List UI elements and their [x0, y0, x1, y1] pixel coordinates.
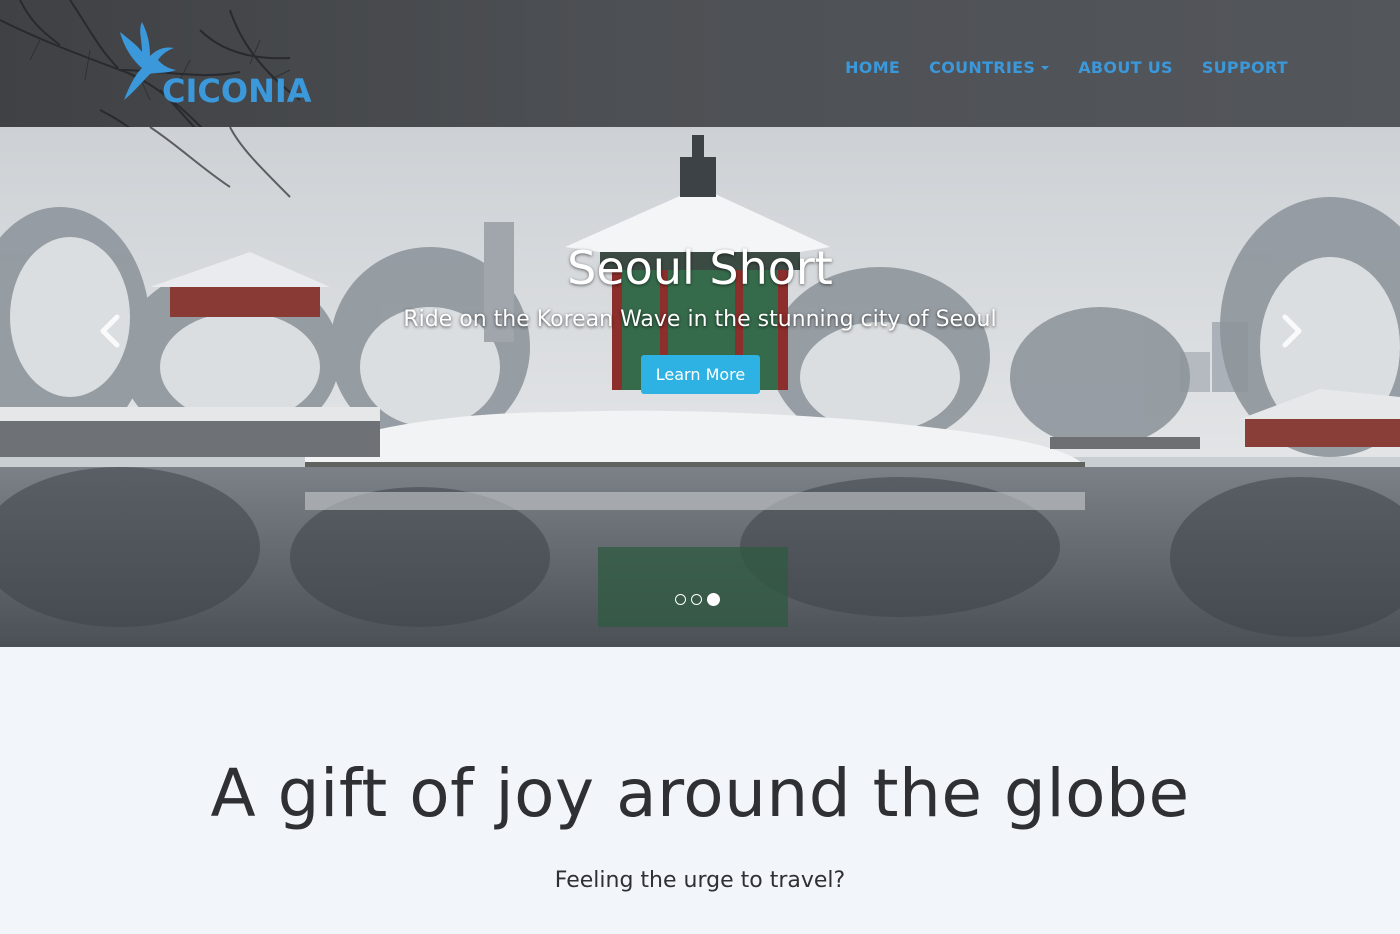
slide-title: Seoul Short [567, 241, 833, 295]
main-nav: HOME COUNTRIES ABOUT US SUPPORT [845, 58, 1288, 77]
nav-home[interactable]: HOME [845, 58, 900, 77]
carousel-indicator-2[interactable] [691, 594, 702, 605]
intro-section: A gift of joy around the globe Feeling t… [0, 647, 1400, 934]
carousel-caption: Seoul Short Ride on the Korean Wave in t… [0, 241, 1400, 332]
brand-logo[interactable]: CICONIA [112, 22, 322, 110]
carousel-indicator-3-active[interactable] [707, 593, 720, 606]
carousel-indicators [675, 593, 720, 606]
nav-support[interactable]: SUPPORT [1202, 58, 1288, 77]
learn-more-button[interactable]: Learn More [641, 355, 760, 394]
slide-subtitle: Ride on the Korean Wave in the stunning … [403, 307, 997, 332]
nav-about-us[interactable]: ABOUT US [1078, 58, 1173, 77]
brand-name: CICONIA [162, 72, 312, 110]
section-tagline: Feeling the urge to travel? [554, 868, 846, 893]
site-header: CICONIA HOME COUNTRIES ABOUT US SUPPORT [0, 0, 1400, 127]
hero-carousel: Seoul Short Ride on the Korean Wave in t… [0, 127, 1400, 647]
section-headline: A gift of joy around the globe [210, 755, 1190, 832]
nav-countries[interactable]: COUNTRIES [929, 58, 1050, 77]
carousel-indicator-1[interactable] [675, 594, 686, 605]
caret-down-icon [1041, 65, 1050, 70]
nav-countries-label: COUNTRIES [929, 58, 1036, 77]
